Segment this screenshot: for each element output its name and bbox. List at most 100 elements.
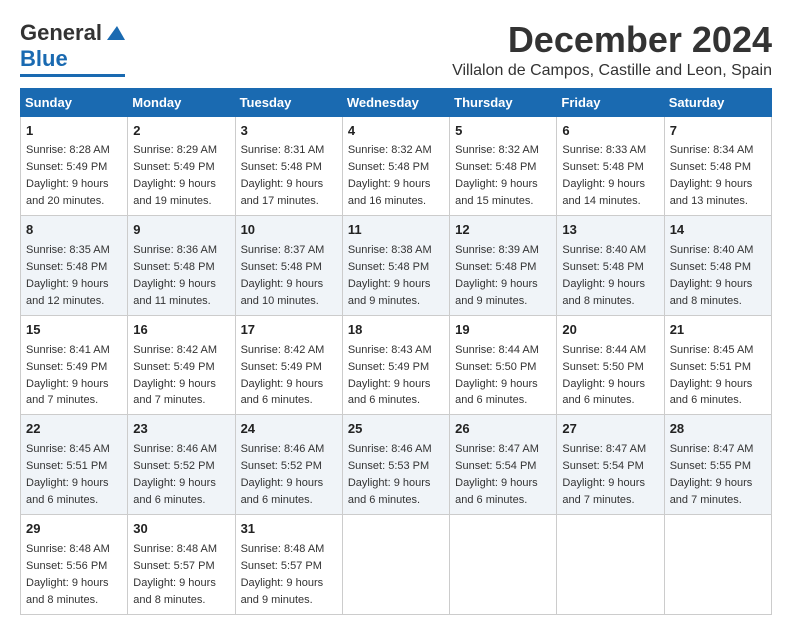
day-info: Sunrise: 8:48 AMSunset: 5:57 PMDaylight:… xyxy=(133,543,217,606)
day-number: 14 xyxy=(670,221,766,240)
calendar-cell-day-12: 12 Sunrise: 8:39 AMSunset: 5:48 PMDaylig… xyxy=(450,216,557,316)
day-info: Sunrise: 8:38 AMSunset: 5:48 PMDaylight:… xyxy=(348,244,432,307)
day-number: 4 xyxy=(348,122,444,141)
day-info: Sunrise: 8:48 AMSunset: 5:57 PMDaylight:… xyxy=(241,543,325,606)
col-sunday: Sunday xyxy=(21,88,128,116)
calendar-cell-day-29: 29 Sunrise: 8:48 AMSunset: 5:56 PMDaylig… xyxy=(21,514,128,614)
title-area: December 2024 Villalon de Campos, Castil… xyxy=(452,20,772,80)
calendar-cell-day-15: 15 Sunrise: 8:41 AMSunset: 5:49 PMDaylig… xyxy=(21,315,128,415)
col-wednesday: Wednesday xyxy=(342,88,449,116)
col-thursday: Thursday xyxy=(450,88,557,116)
calendar-cell-day-19: 19 Sunrise: 8:44 AMSunset: 5:50 PMDaylig… xyxy=(450,315,557,415)
col-saturday: Saturday xyxy=(664,88,771,116)
calendar-cell-day-30: 30 Sunrise: 8:48 AMSunset: 5:57 PMDaylig… xyxy=(128,514,235,614)
day-info: Sunrise: 8:40 AMSunset: 5:48 PMDaylight:… xyxy=(670,244,754,307)
day-number: 13 xyxy=(562,221,658,240)
day-number: 16 xyxy=(133,321,229,340)
calendar-cell-day-26: 26 Sunrise: 8:47 AMSunset: 5:54 PMDaylig… xyxy=(450,415,557,515)
calendar-week-5: 29 Sunrise: 8:48 AMSunset: 5:56 PMDaylig… xyxy=(21,514,772,614)
calendar-cell-day-18: 18 Sunrise: 8:43 AMSunset: 5:49 PMDaylig… xyxy=(342,315,449,415)
day-number: 17 xyxy=(241,321,337,340)
day-number: 19 xyxy=(455,321,551,340)
day-number: 5 xyxy=(455,122,551,141)
col-monday: Monday xyxy=(128,88,235,116)
calendar-cell-day-1: 1 Sunrise: 8:28 AMSunset: 5:49 PMDayligh… xyxy=(21,116,128,216)
day-number: 18 xyxy=(348,321,444,340)
day-info: Sunrise: 8:32 AMSunset: 5:48 PMDaylight:… xyxy=(455,144,539,207)
day-info: Sunrise: 8:46 AMSunset: 5:53 PMDaylight:… xyxy=(348,443,432,506)
day-info: Sunrise: 8:41 AMSunset: 5:49 PMDaylight:… xyxy=(26,344,110,407)
logo: General Blue xyxy=(20,20,125,77)
calendar-cell-day-2: 2 Sunrise: 8:29 AMSunset: 5:49 PMDayligh… xyxy=(128,116,235,216)
logo-icon xyxy=(103,22,125,44)
col-tuesday: Tuesday xyxy=(235,88,342,116)
day-number: 29 xyxy=(26,520,122,539)
day-number: 3 xyxy=(241,122,337,141)
calendar-cell-day-16: 16 Sunrise: 8:42 AMSunset: 5:49 PMDaylig… xyxy=(128,315,235,415)
col-friday: Friday xyxy=(557,88,664,116)
day-info: Sunrise: 8:45 AMSunset: 5:51 PMDaylight:… xyxy=(26,443,110,506)
calendar-cell-day-20: 20 Sunrise: 8:44 AMSunset: 5:50 PMDaylig… xyxy=(557,315,664,415)
calendar-cell-day-14: 14 Sunrise: 8:40 AMSunset: 5:48 PMDaylig… xyxy=(664,216,771,316)
day-info: Sunrise: 8:43 AMSunset: 5:49 PMDaylight:… xyxy=(348,344,432,407)
calendar-cell-day-10: 10 Sunrise: 8:37 AMSunset: 5:48 PMDaylig… xyxy=(235,216,342,316)
day-info: Sunrise: 8:47 AMSunset: 5:54 PMDaylight:… xyxy=(562,443,646,506)
day-info: Sunrise: 8:40 AMSunset: 5:48 PMDaylight:… xyxy=(562,244,646,307)
day-info: Sunrise: 8:32 AMSunset: 5:48 PMDaylight:… xyxy=(348,144,432,207)
calendar-cell-day-13: 13 Sunrise: 8:40 AMSunset: 5:48 PMDaylig… xyxy=(557,216,664,316)
day-info: Sunrise: 8:45 AMSunset: 5:51 PMDaylight:… xyxy=(670,344,754,407)
page-title: December 2024 xyxy=(452,20,772,60)
logo-blue-text: Blue xyxy=(20,46,68,72)
day-number: 1 xyxy=(26,122,122,141)
calendar-cell-day-4: 4 Sunrise: 8:32 AMSunset: 5:48 PMDayligh… xyxy=(342,116,449,216)
day-info: Sunrise: 8:34 AMSunset: 5:48 PMDaylight:… xyxy=(670,144,754,207)
calendar-cell-day-28: 28 Sunrise: 8:47 AMSunset: 5:55 PMDaylig… xyxy=(664,415,771,515)
day-info: Sunrise: 8:35 AMSunset: 5:48 PMDaylight:… xyxy=(26,244,110,307)
calendar-cell-day-11: 11 Sunrise: 8:38 AMSunset: 5:48 PMDaylig… xyxy=(342,216,449,316)
calendar-cell-day-25: 25 Sunrise: 8:46 AMSunset: 5:53 PMDaylig… xyxy=(342,415,449,515)
page-subtitle: Villalon de Campos, Castille and Leon, S… xyxy=(452,62,772,80)
calendar-cell-day-22: 22 Sunrise: 8:45 AMSunset: 5:51 PMDaylig… xyxy=(21,415,128,515)
empty-cell xyxy=(664,514,771,614)
day-info: Sunrise: 8:36 AMSunset: 5:48 PMDaylight:… xyxy=(133,244,217,307)
calendar-cell-day-27: 27 Sunrise: 8:47 AMSunset: 5:54 PMDaylig… xyxy=(557,415,664,515)
day-number: 9 xyxy=(133,221,229,240)
day-info: Sunrise: 8:42 AMSunset: 5:49 PMDaylight:… xyxy=(241,344,325,407)
day-number: 26 xyxy=(455,420,551,439)
day-number: 22 xyxy=(26,420,122,439)
day-number: 8 xyxy=(26,221,122,240)
logo-text: General xyxy=(20,20,102,46)
day-number: 20 xyxy=(562,321,658,340)
day-info: Sunrise: 8:46 AMSunset: 5:52 PMDaylight:… xyxy=(241,443,325,506)
day-number: 28 xyxy=(670,420,766,439)
day-info: Sunrise: 8:37 AMSunset: 5:48 PMDaylight:… xyxy=(241,244,325,307)
day-number: 31 xyxy=(241,520,337,539)
calendar-cell-day-17: 17 Sunrise: 8:42 AMSunset: 5:49 PMDaylig… xyxy=(235,315,342,415)
empty-cell xyxy=(557,514,664,614)
calendar-cell-day-9: 9 Sunrise: 8:36 AMSunset: 5:48 PMDayligh… xyxy=(128,216,235,316)
day-number: 25 xyxy=(348,420,444,439)
day-number: 2 xyxy=(133,122,229,141)
day-number: 11 xyxy=(348,221,444,240)
calendar-cell-day-5: 5 Sunrise: 8:32 AMSunset: 5:48 PMDayligh… xyxy=(450,116,557,216)
calendar-cell-day-24: 24 Sunrise: 8:46 AMSunset: 5:52 PMDaylig… xyxy=(235,415,342,515)
page-header: General Blue December 2024 Villalon de C… xyxy=(20,20,772,80)
logo-divider xyxy=(20,74,125,77)
calendar-cell-day-7: 7 Sunrise: 8:34 AMSunset: 5:48 PMDayligh… xyxy=(664,116,771,216)
calendar-week-4: 22 Sunrise: 8:45 AMSunset: 5:51 PMDaylig… xyxy=(21,415,772,515)
day-number: 7 xyxy=(670,122,766,141)
day-info: Sunrise: 8:39 AMSunset: 5:48 PMDaylight:… xyxy=(455,244,539,307)
day-number: 6 xyxy=(562,122,658,141)
day-number: 23 xyxy=(133,420,229,439)
day-info: Sunrise: 8:44 AMSunset: 5:50 PMDaylight:… xyxy=(562,344,646,407)
day-info: Sunrise: 8:42 AMSunset: 5:49 PMDaylight:… xyxy=(133,344,217,407)
calendar-cell-day-8: 8 Sunrise: 8:35 AMSunset: 5:48 PMDayligh… xyxy=(21,216,128,316)
day-info: Sunrise: 8:47 AMSunset: 5:54 PMDaylight:… xyxy=(455,443,539,506)
calendar-cell-day-3: 3 Sunrise: 8:31 AMSunset: 5:48 PMDayligh… xyxy=(235,116,342,216)
day-info: Sunrise: 8:44 AMSunset: 5:50 PMDaylight:… xyxy=(455,344,539,407)
calendar-cell-day-6: 6 Sunrise: 8:33 AMSunset: 5:48 PMDayligh… xyxy=(557,116,664,216)
calendar-cell-day-21: 21 Sunrise: 8:45 AMSunset: 5:51 PMDaylig… xyxy=(664,315,771,415)
day-number: 21 xyxy=(670,321,766,340)
day-number: 15 xyxy=(26,321,122,340)
calendar-table: Sunday Monday Tuesday Wednesday Thursday… xyxy=(20,88,772,615)
